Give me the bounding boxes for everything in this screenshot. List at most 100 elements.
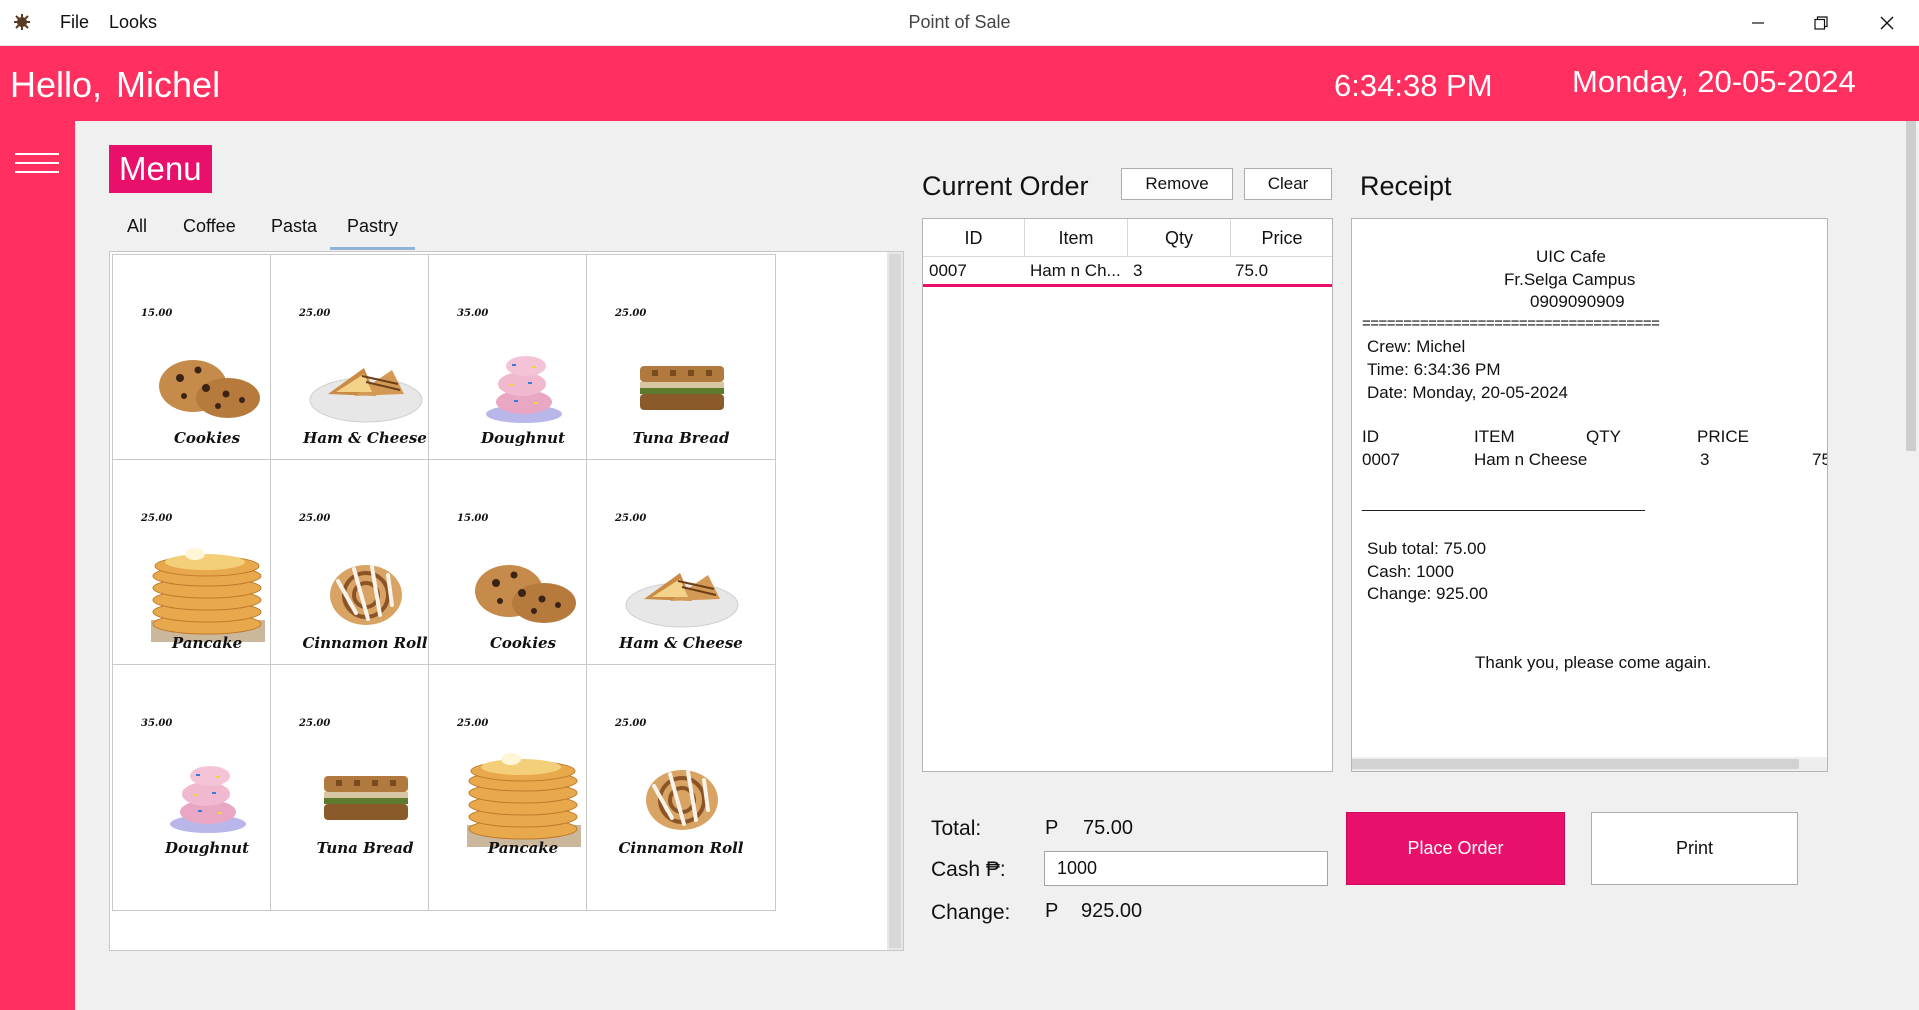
menu-item-name: Cinnamon Roll <box>618 839 744 857</box>
menu-item-price: 25.00 <box>615 718 647 729</box>
cell-item: Ham n Ch... <box>1030 261 1121 280</box>
receipt-separator: ==================================== <box>1362 315 1660 332</box>
receipt-col-item: ITEM <box>1474 427 1515 446</box>
hamburger-menu-icon[interactable] <box>15 153 59 175</box>
receipt-line-item: Ham n Cheese <box>1474 450 1588 469</box>
clear-button[interactable]: Clear <box>1244 168 1332 200</box>
receipt-shop: UIC Cafe <box>1536 247 1606 266</box>
close-button[interactable] <box>1857 0 1917 46</box>
cookies-icon <box>143 333 273 443</box>
place-order-button[interactable]: Place Order <box>1346 812 1565 885</box>
total-label: Total: <box>931 817 982 840</box>
receipt-line-id: 0007 <box>1362 450 1400 469</box>
change-label: Change: <box>931 901 1011 924</box>
tuna-bread-icon <box>301 743 431 853</box>
receipt-col-id: ID <box>1362 427 1379 446</box>
col-qty[interactable]: Qty <box>1128 219 1231 257</box>
current-date: Monday, 20-05-2024 <box>1572 64 1856 99</box>
sidebar <box>0 121 75 1010</box>
menu-looks[interactable]: Looks <box>109 12 157 33</box>
menu-grid: 15.00 Cookies 25.00 Ham & Cheese 35.00 Doughn… <box>109 251 904 951</box>
doughnut-icon <box>143 743 273 853</box>
window-title: Point of Sale <box>908 12 1011 32</box>
total-currency: P <box>1045 817 1059 839</box>
total-value: 75.00 <box>1083 817 1134 839</box>
clock: 6:34:38 PM <box>1334 68 1493 103</box>
tab-pasta[interactable]: Pasta <box>271 214 317 250</box>
minimize-button[interactable] <box>1728 0 1788 46</box>
greeting: Hello, Michel <box>10 64 220 106</box>
menu-item-price: 25.00 <box>141 513 173 524</box>
receipt-rule: ____________________________________ <box>1362 495 1645 512</box>
menu-item-name: Ham & Cheese <box>619 634 743 652</box>
cash-input[interactable]: 1000 <box>1044 851 1328 886</box>
tab-all[interactable]: All <box>127 214 147 250</box>
cell-qty: 3 <box>1133 261 1143 280</box>
sandwich-plate-icon <box>617 538 747 648</box>
receipt-thanks: Thank you, please come again. <box>1475 653 1712 672</box>
user-name: Michel <box>116 64 221 105</box>
title-bar: File Looks Point of Sale <box>0 0 1919 46</box>
restore-icon <box>1814 16 1828 30</box>
menu-item-price: 25.00 <box>615 308 647 319</box>
menu-item-card[interactable]: 25.00 Cinnamon Roll <box>586 664 776 911</box>
receipt-col-price: PRICE <box>1697 427 1749 446</box>
minimize-icon <box>1752 22 1764 24</box>
receipt-date: Date: Monday, 20-05-2024 <box>1367 383 1568 402</box>
menu-item-price: 25.00 <box>299 513 331 524</box>
col-id[interactable]: ID <box>923 219 1025 257</box>
window-scrollbar[interactable] <box>1903 121 1919 1010</box>
app-icon <box>14 14 30 30</box>
receipt-col-qty: QTY <box>1586 427 1621 446</box>
cookies-icon <box>459 538 589 648</box>
menu-item-price: 35.00 <box>141 718 173 729</box>
receipt-cash: Cash: 1000 <box>1367 562 1454 581</box>
menu-item-price: 15.00 <box>141 308 173 319</box>
restore-button[interactable] <box>1791 0 1851 46</box>
receipt-panel: UIC Cafe Fr.Selga Campus 0909090909 ====… <box>1351 218 1828 772</box>
cell-price: 75.0 <box>1235 261 1269 280</box>
menu-file[interactable]: File <box>60 12 89 33</box>
receipt-time: Time: 6:34:36 PM <box>1367 360 1501 379</box>
pancake-icon <box>143 538 273 648</box>
col-price[interactable]: Price <box>1231 219 1333 257</box>
menu-item-price: 25.00 <box>299 308 331 319</box>
menu-scrollbar[interactable] <box>887 252 903 950</box>
menu-item-price: 15.00 <box>457 513 489 524</box>
menu-item-price: 25.00 <box>457 718 489 729</box>
receipt-title: Receipt <box>1360 171 1452 201</box>
sandwich-plate-icon <box>301 333 431 443</box>
menu-title: Menu <box>109 145 212 193</box>
tuna-bread-icon <box>617 333 747 443</box>
table-row[interactable]: 0007 Ham n Ch... 3 75.0 <box>923 257 1332 287</box>
receipt-crew: Crew: Michel <box>1367 337 1466 356</box>
tab-coffee[interactable]: Coffee <box>183 214 236 250</box>
change-currency: P <box>1045 900 1059 922</box>
app-header: Hello, Michel 6:34:38 PM Monday, 20-05-20… <box>0 46 1919 121</box>
change-value: 925.00 <box>1081 900 1143 922</box>
menu-item-price: 25.00 <box>615 513 647 524</box>
col-item[interactable]: Item <box>1025 219 1128 257</box>
current-order-title: Current Order <box>922 171 1089 201</box>
receipt-change: Change: 925.00 <box>1367 584 1488 603</box>
doughnut-icon <box>459 333 589 443</box>
receipt-line-qty: 3 <box>1700 450 1710 469</box>
cash-label: Cash ₱: <box>931 858 1006 881</box>
receipt-subtotal: Sub total: 75.00 <box>1367 539 1487 558</box>
order-table-header: ID Item Qty Price <box>923 219 1332 257</box>
menu-item-price: 25.00 <box>299 718 331 729</box>
menu-item-name: Tuna Bread <box>632 429 730 447</box>
receipt-line-price: 75 <box>1812 450 1827 469</box>
cell-id: 0007 <box>929 261 967 280</box>
cinnamon-roll-icon <box>617 743 747 853</box>
print-button[interactable]: Print <box>1591 812 1798 885</box>
receipt-campus: Fr.Selga Campus <box>1504 270 1636 289</box>
close-icon <box>1880 16 1894 30</box>
order-table: ID Item Qty Price 0007 Ham n Ch... 3 75.… <box>922 218 1333 772</box>
pancake-icon <box>459 743 589 853</box>
receipt-scrollbar[interactable] <box>1352 757 1827 771</box>
tab-pastry[interactable]: Pastry <box>330 214 415 250</box>
remove-button[interactable]: Remove <box>1121 168 1233 200</box>
receipt-phone: 0909090909 <box>1530 292 1625 311</box>
greeting-text: Hello, <box>10 64 103 105</box>
